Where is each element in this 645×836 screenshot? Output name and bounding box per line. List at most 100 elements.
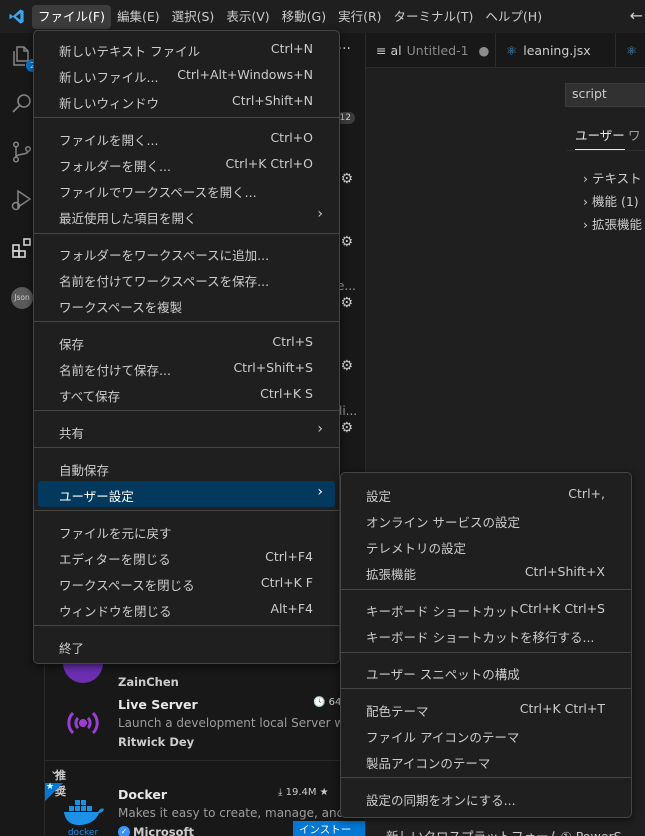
menu-help[interactable]: ヘルプ(H) <box>479 5 548 29</box>
extension-author: Ritwick Dey <box>118 735 195 749</box>
menu-item-shortcut: Ctrl+Shift+X <box>524 564 605 579</box>
menu-item-label: ユーザー スニペットの構成 <box>366 667 520 682</box>
menu-item-label: ユーザー設定 <box>59 489 134 504</box>
run-debug-icon[interactable] <box>9 187 35 213</box>
menu-item-share[interactable]: 共有 › <box>38 418 335 444</box>
truncated-text: li... <box>339 404 358 418</box>
menu-item-preferences[interactable]: ユーザー設定 › <box>38 481 335 507</box>
menu-item-label: ファイル アイコンのテーマ <box>366 730 520 745</box>
tab-user-settings[interactable]: ユーザー <box>575 125 625 150</box>
menu-item-save-all[interactable]: すべて保存 Ctrl+K S <box>38 381 335 407</box>
menu-item-label: 配色テーマ <box>366 704 429 719</box>
extension-author: ZainChen <box>118 675 179 689</box>
menu-item-product-icon-theme[interactable]: 製品アイコンのテーマ <box>345 748 627 774</box>
menu-separator <box>34 625 339 626</box>
menu-item-exit[interactable]: 終了 <box>38 633 335 659</box>
explorer-icon[interactable]: 2 <box>9 43 39 72</box>
menu-item-new-file[interactable]: 新しいファイル... Ctrl+Alt+Windows+N <box>38 62 335 88</box>
menu-item-label: フォルダーをワークスペースに追加... <box>59 248 270 263</box>
menu-item-new-text-file[interactable]: 新しいテキスト ファイル Ctrl+N <box>38 36 335 62</box>
menu-item-label: 保存 <box>59 337 85 352</box>
recommended-section-header[interactable]: ⌄ 推奨 <box>45 760 366 798</box>
gear-icon[interactable]: ⚙ <box>340 358 353 374</box>
menu-item-open-workspace[interactable]: ファイルでワークスペースを開く... <box>38 177 335 203</box>
menu-item-extensions[interactable]: 拡張機能 Ctrl+Shift+X <box>345 559 627 585</box>
menu-item-close-workspace[interactable]: ワークスペースを閉じる Ctrl+K F <box>38 570 335 596</box>
menu-item-label: 名前を付けてワークスペースを保存... <box>59 274 270 289</box>
menu-item-label: エディターを閉じる <box>59 552 171 567</box>
menu-item-shortcut: Ctrl+Shift+S <box>233 360 313 375</box>
menu-item-label: ウィンドウを閉じる <box>59 604 172 619</box>
tab-untitled[interactable]: ≡ al Untitled-1 ● <box>366 33 496 68</box>
menu-item-keyboard-shortcuts[interactable]: キーボード ショートカット Ctrl+K Ctrl+S <box>345 596 627 622</box>
json-extension-icon[interactable]: Json <box>9 285 35 311</box>
menu-item-save[interactable]: 保存 Ctrl+S <box>38 329 335 355</box>
chevron-right-icon: › <box>317 421 323 437</box>
menu-item-shortcut: Ctrl+K S <box>260 386 313 401</box>
menu-item-online-services-settings[interactable]: オンライン サービスの設定 <box>345 507 627 533</box>
menu-view[interactable]: 表示(V) <box>220 5 275 29</box>
menu-item-color-theme[interactable]: 配色テーマ Ctrl+K Ctrl+T <box>345 696 627 722</box>
menu-item-label: すべて保存 <box>59 389 121 404</box>
menu-run[interactable]: 実行(R) <box>332 5 387 29</box>
json-label: Json <box>11 287 33 309</box>
tab-leaning-jsx[interactable]: ⚛ leaning.jsx <box>496 33 616 68</box>
menu-item-label: フォルダーを開く... <box>59 159 171 174</box>
menu-separator <box>34 117 339 118</box>
menu-item-settings[interactable]: 設定 Ctrl+, <box>345 481 627 507</box>
setting-description-text: 新しいクロスプラットフォーム① PowerS <box>386 826 622 836</box>
gear-icon[interactable]: ⚙ <box>340 171 353 187</box>
menu-item-open-file[interactable]: ファイルを開く... Ctrl+O <box>38 125 335 151</box>
menu-item-auto-save[interactable]: 自動保存 <box>38 455 335 481</box>
chevron-right-icon: › <box>317 206 323 222</box>
extension-item-live-server[interactable]: Live Server 🕓 64 Launch a development lo… <box>45 693 366 757</box>
tab-react-partial[interactable]: ⚛ <box>616 33 645 68</box>
menu-item-configure-snippets[interactable]: ユーザー スニペットの構成 <box>345 659 627 685</box>
menu-item-close-editor[interactable]: エディターを閉じる Ctrl+F4 <box>38 544 335 570</box>
menu-go[interactable]: 移動(G) <box>276 5 332 29</box>
menu-edit[interactable]: 編集(E) <box>111 5 166 29</box>
menu-item-label: ファイルでワークスペースを開く... <box>59 185 257 200</box>
menu-item-revert-file[interactable]: ファイルを元に戻す <box>38 518 335 544</box>
menu-selection[interactable]: 選択(S) <box>166 5 221 29</box>
menu-item-open-recent[interactable]: 最近使用した項目を開く › <box>38 203 335 229</box>
settings-tree-item[interactable]: › テキスト エ <box>583 168 645 187</box>
menu-file[interactable]: ファイル(F) <box>32 4 111 29</box>
settings-search-input[interactable]: script <box>565 83 645 107</box>
docker-logo-text: docker <box>68 828 99 836</box>
menu-item-migrate-keyboard-shortcuts[interactable]: キーボード ショートカットを移行する... <box>345 622 627 648</box>
menu-terminal[interactable]: ターミナル(T) <box>388 5 480 29</box>
menu-item-open-folder[interactable]: フォルダーを開く... Ctrl+K Ctrl+O <box>38 151 335 177</box>
gear-icon[interactable]: ⚙ <box>340 234 353 250</box>
menu-item-new-window[interactable]: 新しいウィンドウ Ctrl+Shift+N <box>38 88 335 114</box>
extensions-icon[interactable] <box>9 235 35 261</box>
extension-install-count: 🕓 64 <box>313 697 341 708</box>
back-arrow-icon[interactable]: ← <box>630 6 643 25</box>
menu-separator <box>341 777 631 778</box>
react-icon: ⚛ <box>506 43 518 58</box>
menu-item-file-icon-theme[interactable]: ファイル アイコンのテーマ <box>345 722 627 748</box>
source-control-icon[interactable] <box>9 139 35 165</box>
gear-icon[interactable]: ⚙ <box>340 420 353 436</box>
menu-separator <box>341 652 631 653</box>
menu-item-save-as[interactable]: 名前を付けて保存... Ctrl+Shift+S <box>38 355 335 381</box>
settings-tree-item[interactable]: › 拡張機能 <box>583 214 642 233</box>
menu-item-close-window[interactable]: ウィンドウを閉じる Alt+F4 <box>38 596 335 622</box>
star-icon: ★ <box>46 782 55 792</box>
menu-item-add-folder-to-workspace[interactable]: フォルダーをワークスペースに追加... <box>38 240 335 266</box>
menu-item-turn-on-settings-sync[interactable]: 設定の同期をオンにする... <box>345 785 627 811</box>
menu-item-telemetry-settings[interactable]: テレメトリの設定 <box>345 533 627 559</box>
tab-sub-label: Untitled-1 <box>406 43 469 58</box>
unsaved-dot-icon[interactable]: ● <box>479 43 490 58</box>
menu-item-shortcut: Ctrl+Alt+Windows+N <box>177 67 313 82</box>
install-button[interactable]: インストール <box>293 821 365 836</box>
menu-item-save-workspace-as[interactable]: 名前を付けてワークスペースを保存... <box>38 266 335 292</box>
gear-icon[interactable]: ⚙ <box>340 295 353 311</box>
history-icon: 🕓 <box>313 697 326 708</box>
tab-workspace-settings[interactable]: ワ <box>628 125 641 144</box>
menu-item-duplicate-workspace[interactable]: ワークスペースを複製 <box>38 292 335 318</box>
extension-name: Live Server <box>118 697 198 712</box>
search-icon[interactable] <box>9 91 35 117</box>
settings-tree-item[interactable]: › 機能 (1) <box>583 191 639 210</box>
verified-icon: ✓ <box>118 826 130 836</box>
